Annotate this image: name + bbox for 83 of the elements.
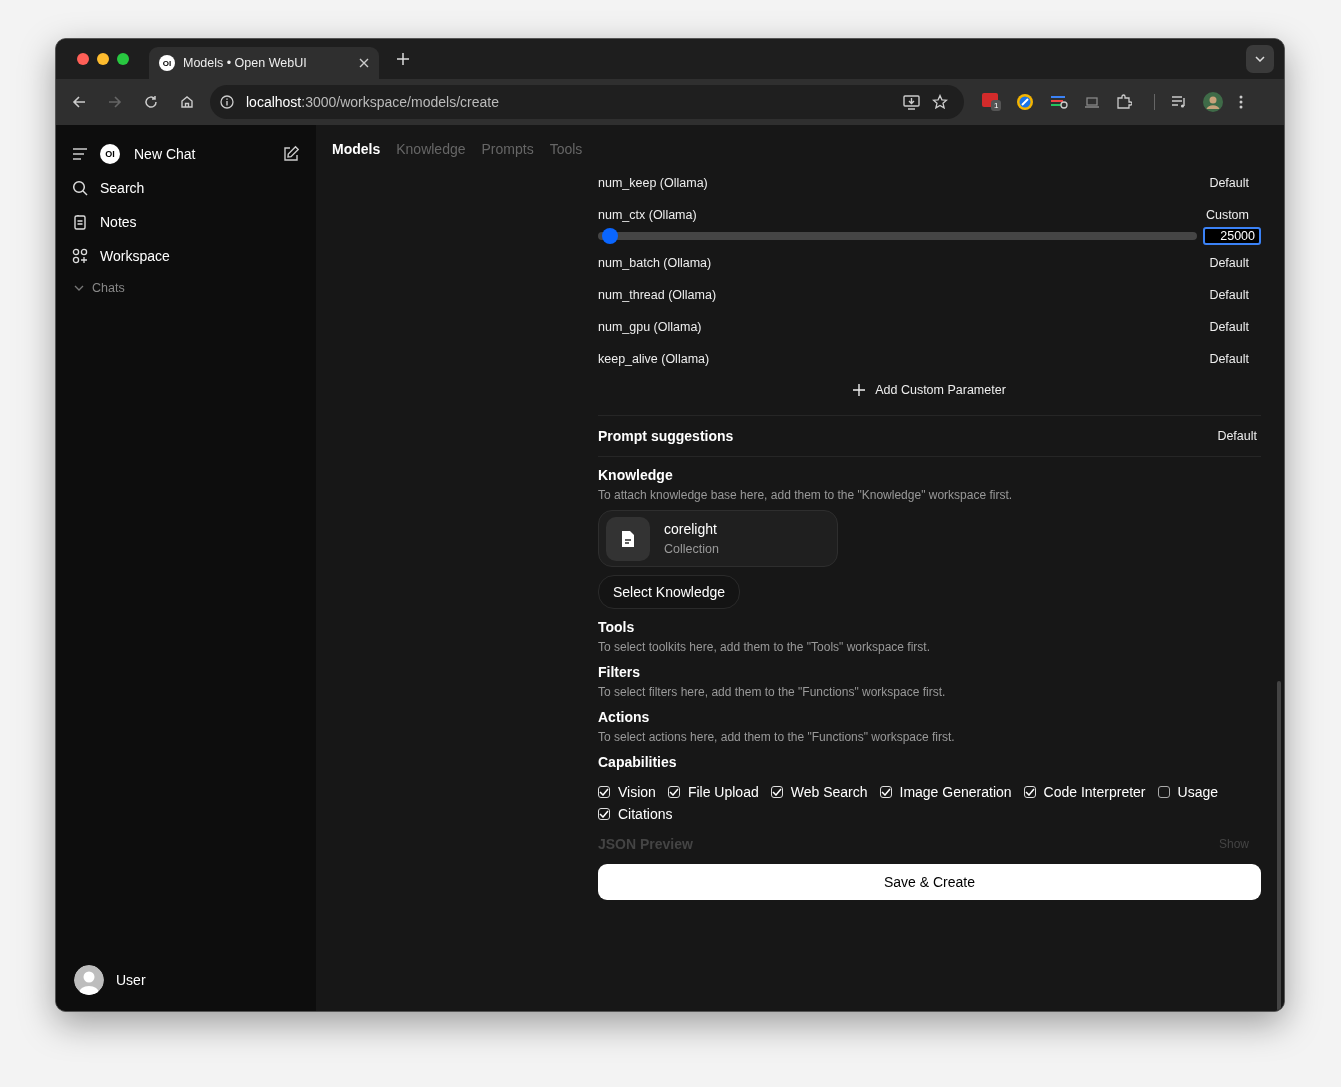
parameter-mode-toggle[interactable]: Default	[1209, 320, 1249, 334]
tab-favicon: OI	[159, 55, 175, 71]
checkbox-label[interactable]: Image Generation	[899, 784, 1012, 800]
parameter-mode-toggle[interactable]: Default	[1209, 176, 1249, 190]
zoom-light[interactable]	[117, 53, 129, 65]
parameter-mode-toggle[interactable]: Custom	[1205, 208, 1249, 222]
chats-toggle[interactable]: Chats	[64, 273, 308, 303]
nav-tab[interactable]: Models	[332, 141, 381, 159]
parameter-mode-toggle[interactable]: Default	[1209, 288, 1249, 302]
knowledge-name: corelight	[664, 521, 718, 537]
profile-avatar[interactable]	[1203, 92, 1223, 112]
close-light[interactable]	[77, 53, 89, 65]
info-icon[interactable]	[220, 95, 234, 109]
checkbox-label[interactable]: Web Search	[790, 784, 868, 800]
parameter-name: num_gpu (Ollama)	[598, 320, 702, 334]
checkbox-label[interactable]: Code Interpreter	[1043, 784, 1146, 800]
extension-badge: 1	[991, 100, 1002, 111]
avatar-icon[interactable]	[74, 965, 104, 995]
parameter-name: num_thread (Ollama)	[598, 288, 717, 302]
knowledge-type: Collection	[664, 542, 719, 556]
tab-title: Models • Open WebUI	[183, 56, 308, 70]
back-icon[interactable]	[72, 95, 86, 109]
sidebar-item[interactable]: Workspace	[64, 239, 308, 273]
tab-search-button[interactable]	[1246, 45, 1274, 73]
parameter-mode-toggle[interactable]: Default	[1209, 352, 1249, 366]
note-icon	[72, 214, 88, 230]
user-name[interactable]: User	[116, 972, 146, 988]
select-knowledge-button[interactable]: Select Knowledge	[598, 575, 741, 609]
reload-icon[interactable]	[144, 95, 158, 109]
knowledge-card[interactable]: corelight Collection	[598, 510, 838, 567]
section-title: Actions	[598, 709, 650, 725]
prompt-suggestions-toggle[interactable]: Default	[1217, 429, 1257, 443]
section-description: To select toolkits here, add them to the "Tools" workspace first.	[598, 640, 930, 654]
section-description: To attach knowledge base here, add them to the "Knowledge" workspace first.	[598, 488, 1013, 502]
home-icon[interactable]	[180, 95, 194, 109]
section-title: Knowledge	[598, 467, 673, 483]
laptop-icon[interactable]	[1084, 96, 1100, 108]
parameter-name: keep_alive (Ollama)	[598, 352, 710, 366]
sidebar-item[interactable]: Notes	[64, 205, 308, 239]
close-icon[interactable]	[359, 58, 369, 68]
value-input[interactable]: 25000	[1203, 227, 1261, 245]
extension-icon[interactable]	[1016, 93, 1034, 111]
app-logo: OI	[100, 144, 120, 164]
star-icon[interactable]	[932, 94, 948, 110]
section-title: Capabilities	[598, 754, 677, 770]
checkbox-label[interactable]: Vision	[618, 784, 656, 800]
section-description: To select actions here, add them to the "Functions" workspace first.	[598, 730, 955, 744]
checkbox[interactable]	[1157, 786, 1170, 798]
install-icon[interactable]	[903, 94, 920, 110]
url-text: localhost:3000/workspace/models/create	[246, 94, 499, 110]
plus-icon[interactable]	[397, 53, 409, 65]
grid-icon	[72, 248, 88, 264]
browser-tab[interactable]: OI Models • Open WebUI	[149, 47, 379, 79]
add-parameter-button[interactable]: Add Custom Parameter	[853, 383, 1006, 397]
plus-icon	[853, 384, 866, 396]
media-icon[interactable]	[1171, 95, 1187, 109]
more-icon[interactable]	[1239, 95, 1243, 109]
sidebar-item[interactable]: Search	[64, 171, 308, 205]
section-description: To select filters here, add them to the "Functions" workspace first.	[598, 685, 946, 699]
puzzle-icon[interactable]	[1116, 94, 1132, 110]
parameter-mode-toggle[interactable]: Default	[1209, 256, 1249, 270]
address-bar[interactable]: localhost:3000/workspace/models/create	[210, 85, 964, 119]
menu-icon[interactable]	[72, 148, 88, 160]
checkbox-label[interactable]: Citations	[618, 806, 673, 822]
chevron-icon	[74, 285, 84, 291]
file-icon	[606, 516, 650, 561]
section-title: Tools	[598, 619, 635, 635]
section-title: Prompt suggestions	[598, 428, 734, 444]
chevron-icon	[1255, 56, 1265, 62]
new-chat-link[interactable]: New Chat	[134, 146, 196, 162]
section-title: Filters	[598, 664, 640, 680]
search-icon	[72, 180, 88, 196]
save-create-button[interactable]: Save & Create	[598, 864, 1261, 900]
checkbox-label[interactable]: File Upload	[687, 784, 759, 800]
parameter-name: num_batch (Ollama)	[598, 256, 712, 270]
parameter-name: num_ctx (Ollama)	[598, 208, 697, 222]
minimize-light[interactable]	[97, 53, 109, 65]
slider-thumb[interactable]	[602, 228, 618, 244]
checkbox-label[interactable]: Usage	[1177, 784, 1218, 800]
scrollbar[interactable]	[1277, 681, 1281, 1011]
edit-icon[interactable]	[282, 145, 300, 163]
parameter-name: num_keep (Ollama)	[598, 176, 708, 190]
extension-icon[interactable]	[1050, 94, 1068, 110]
